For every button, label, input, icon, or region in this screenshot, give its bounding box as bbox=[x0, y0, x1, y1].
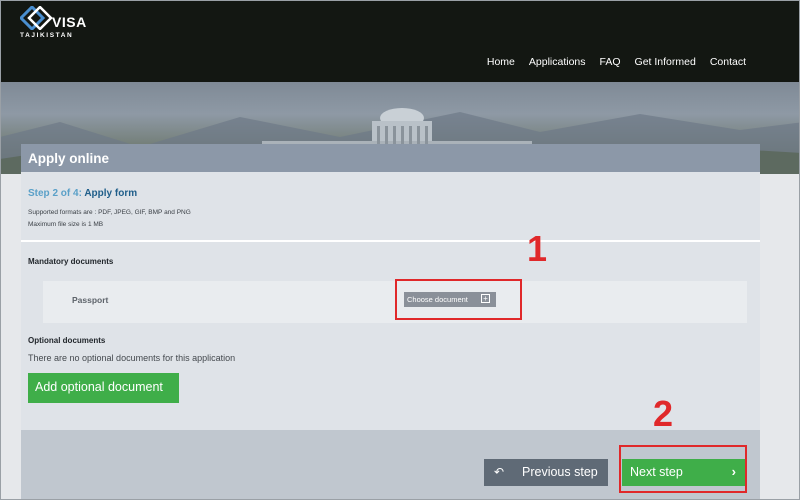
annotation-box-2 bbox=[619, 445, 747, 493]
supported-formats-note: Supported formats are : PDF, JPEG, GIF, … bbox=[28, 209, 191, 216]
annotation-number-2: 2 bbox=[653, 393, 674, 434]
step-indicator: Step 2 of 4: Apply form bbox=[28, 188, 137, 199]
visa-tajikistan-logo[interactable]: VISA TAJIKISTAN bbox=[20, 6, 90, 42]
nav-home[interactable]: Home bbox=[487, 56, 515, 68]
annotation-number-1: 1 bbox=[527, 228, 548, 269]
step-number: Step 2 of 4: bbox=[28, 188, 82, 199]
mandatory-documents-heading: Mandatory documents bbox=[28, 257, 114, 266]
page-title: Apply online bbox=[28, 151, 109, 166]
logo-text: VISA bbox=[52, 14, 87, 30]
section-divider bbox=[21, 240, 760, 242]
previous-step-label: Previous step bbox=[522, 465, 598, 479]
add-optional-document-button[interactable]: Add optional document bbox=[28, 373, 179, 403]
optional-documents-heading: Optional documents bbox=[28, 336, 106, 345]
site-header: VISA TAJIKISTAN Home Applications FAQ Ge… bbox=[0, 0, 800, 82]
nav-faq[interactable]: FAQ bbox=[600, 56, 621, 68]
nav-contact[interactable]: Contact bbox=[710, 56, 746, 68]
step-name: Apply form bbox=[84, 188, 138, 199]
nav-applications[interactable]: Applications bbox=[529, 56, 586, 68]
document-label: Passport bbox=[72, 295, 109, 305]
main-nav: Home Applications FAQ Get Informed Conta… bbox=[473, 56, 746, 68]
panel-header: Apply online bbox=[21, 144, 760, 172]
annotation-box-1 bbox=[395, 279, 522, 320]
logo-diamond-icon bbox=[20, 6, 53, 30]
max-file-size-note: Maximum file size is 1 MB bbox=[28, 221, 104, 228]
previous-step-button[interactable]: ↶ Previous step bbox=[484, 459, 608, 486]
no-optional-documents-text: There are no optional documents for this… bbox=[28, 353, 236, 363]
logo-subtitle: TAJIKISTAN bbox=[20, 32, 74, 39]
nav-get-informed[interactable]: Get Informed bbox=[635, 56, 696, 68]
undo-arrow-icon: ↶ bbox=[494, 465, 505, 479]
